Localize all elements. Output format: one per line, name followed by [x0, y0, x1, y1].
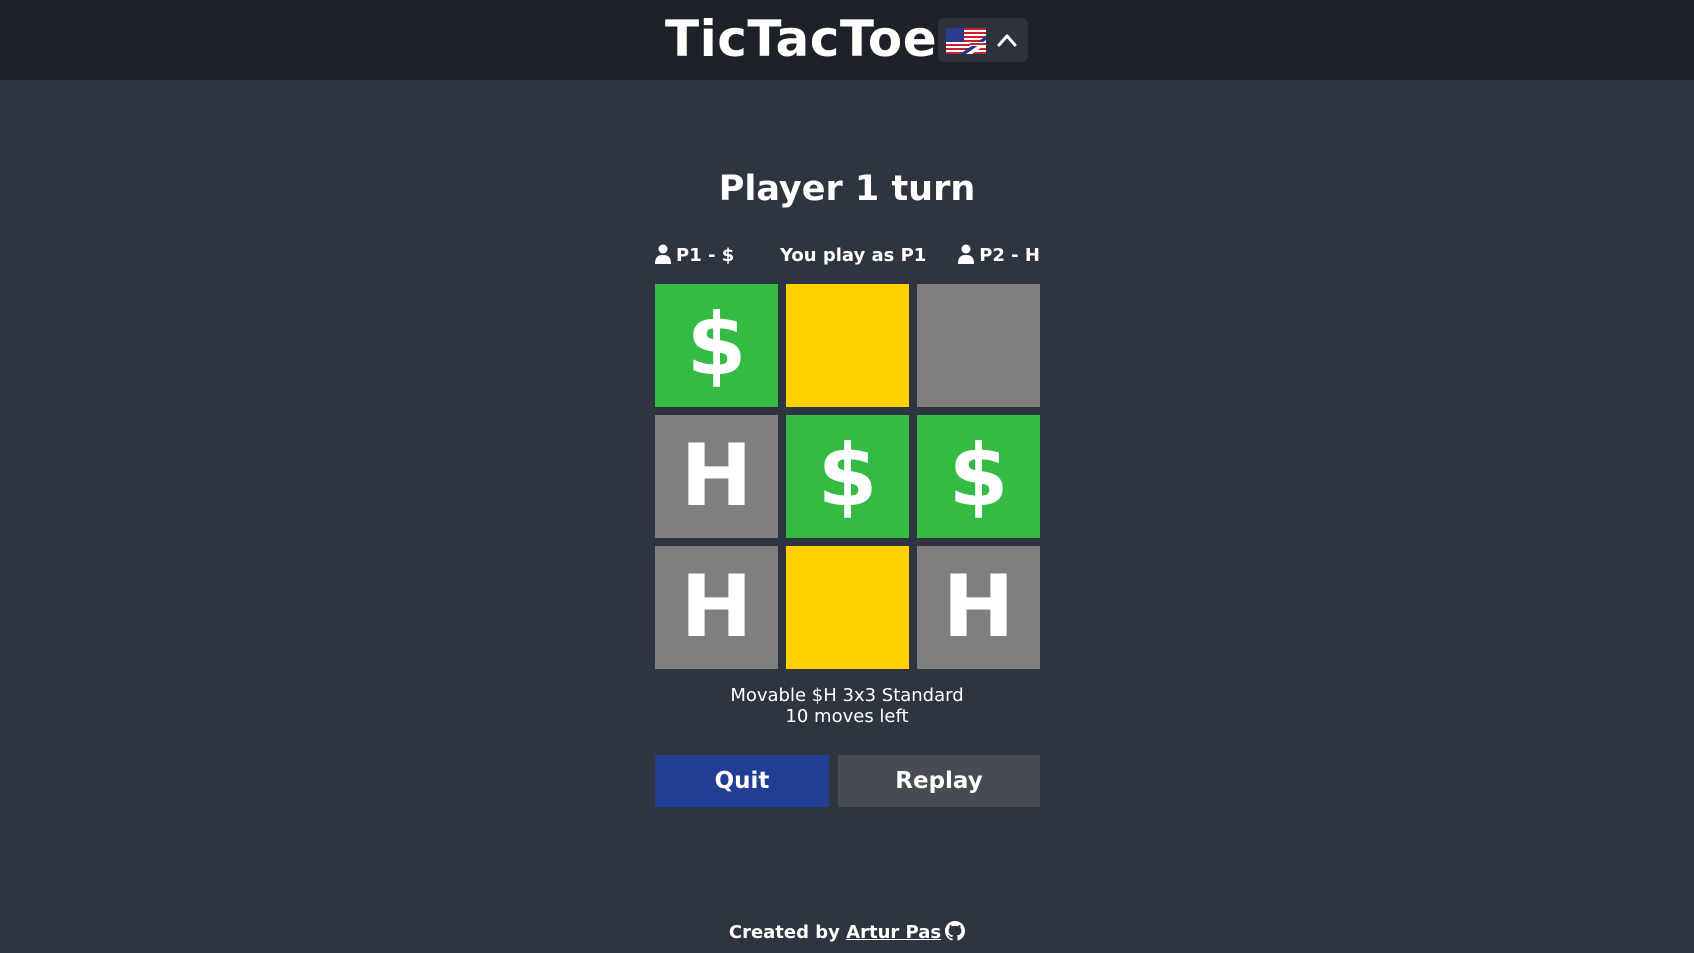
- person-icon: [655, 244, 671, 264]
- person-icon: [958, 244, 975, 264]
- language-selector[interactable]: [938, 18, 1028, 62]
- created-by-label: Created by: [728, 922, 840, 943]
- chevron-up-icon: [997, 34, 1017, 47]
- player2-label: P2 - H: [979, 245, 1040, 266]
- flag-icon: [946, 28, 986, 54]
- author-link[interactable]: Artur Pas: [846, 922, 941, 943]
- board-cell[interactable]: H: [655, 415, 778, 538]
- board-cell[interactable]: [917, 284, 1040, 407]
- board-cell[interactable]: H: [917, 546, 1040, 669]
- player1-info: P1 - $: [655, 242, 734, 270]
- game-mode-label: Movable $H 3x3 Standard: [730, 685, 964, 706]
- game-board: $ H $ $ H H: [655, 284, 1040, 669]
- you-play-as-label: You play as P1: [780, 245, 927, 266]
- board-cell[interactable]: $: [786, 415, 909, 538]
- player2-info: P2 - H: [958, 242, 1040, 270]
- turn-title: Player 1 turn: [718, 169, 976, 209]
- board-cell[interactable]: [786, 284, 909, 407]
- footer: Created by Artur Pas: [0, 920, 1694, 946]
- game-info: Movable $H 3x3 Standard 10 moves left: [0, 685, 1694, 727]
- replay-button[interactable]: Replay: [838, 755, 1040, 807]
- header: TicTacToe: [0, 0, 1694, 80]
- github-icon[interactable]: [945, 921, 966, 941]
- board-cell[interactable]: H: [655, 546, 778, 669]
- moves-left-label: 10 moves left: [785, 706, 909, 727]
- board-cell[interactable]: $: [655, 284, 778, 407]
- player1-label: P1 - $: [676, 245, 735, 266]
- app-title: TicTacToe: [665, 10, 938, 68]
- board-cell[interactable]: [786, 546, 909, 669]
- players-info: P1 - $ You play as P1 P2 - H: [655, 242, 1040, 270]
- board-cell[interactable]: $: [917, 415, 1040, 538]
- quit-button[interactable]: Quit: [655, 755, 829, 807]
